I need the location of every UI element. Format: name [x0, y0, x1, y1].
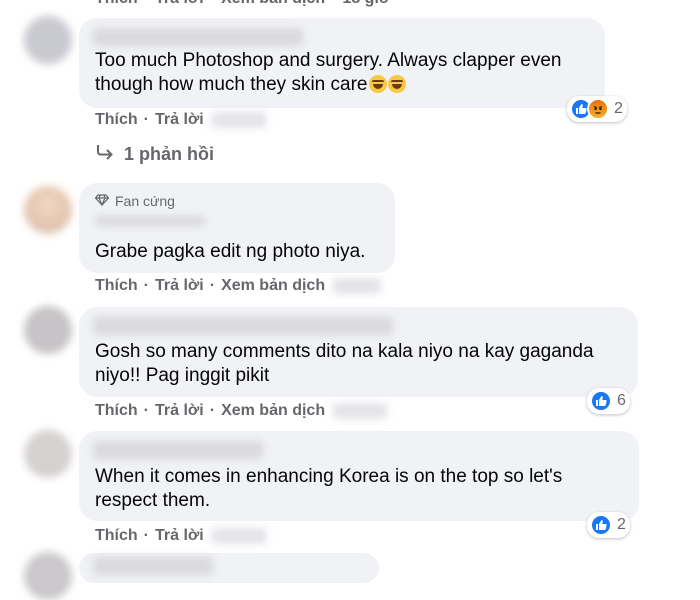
reply-link[interactable]: Trả lời: [155, 402, 204, 420]
comment-actions: Thích · Trả lời · Xem bản dịch: [95, 402, 388, 420]
comment-text: Grabe pagka edit ng photo niya.: [95, 241, 366, 262]
comment-actions: Thích · Trả lời · Xem bản dịch: [95, 277, 382, 295]
translate-link[interactable]: Xem bản dịch: [221, 277, 325, 295]
reply-link[interactable]: Trả lời: [155, 277, 204, 295]
angry-face-icon: [587, 98, 609, 120]
comment-actions: Thích · Trả lời: [95, 111, 266, 129]
tears-of-joy-emoji: [387, 75, 406, 93]
reply-link[interactable]: Trả lời: [155, 111, 204, 129]
author-name[interactable]: [93, 317, 393, 335]
timestamp[interactable]: [211, 528, 266, 544]
avatar[interactable]: [24, 186, 72, 234]
avatar[interactable]: [24, 552, 72, 600]
comment-actions: Thích · Trả lời: [95, 527, 266, 545]
comment-0-actions: Thích · Trả lời · Xem bản dịch · 18 giờ: [95, 0, 390, 8]
timestamp[interactable]: [211, 112, 266, 128]
translate-link[interactable]: Xem bản dịch: [221, 402, 325, 420]
diamond-icon: [94, 193, 110, 209]
reply-arrow-icon: [96, 144, 114, 165]
comment-text: Too much Photoshop and surgery. Always c…: [95, 50, 562, 95]
like-link[interactable]: Thích: [95, 111, 138, 129]
reaction-count: 2: [617, 516, 626, 533]
reply-link[interactable]: Trả lời: [155, 527, 204, 545]
reaction-count: 6: [617, 392, 626, 409]
timestamp[interactable]: [333, 278, 382, 294]
like-link[interactable]: Thích: [95, 0, 138, 8]
fan-badge: Fan cứng: [94, 193, 175, 209]
reaction-summary[interactable]: 6: [587, 388, 630, 414]
avatar[interactable]: [24, 430, 72, 478]
comment-text: Gosh so many comments dito na kala niyo …: [95, 341, 594, 386]
author-name[interactable]: [93, 28, 303, 46]
thumbs-up-icon: [590, 514, 612, 536]
reply-link[interactable]: Trả lời: [155, 0, 204, 8]
tears-of-joy-emoji: [368, 75, 387, 93]
timestamp[interactable]: [333, 403, 388, 419]
author-name[interactable]: [95, 216, 205, 226]
view-replies-link[interactable]: 1 phản hồi: [96, 144, 214, 165]
avatar[interactable]: [24, 306, 72, 354]
reaction-summary[interactable]: 2: [587, 512, 630, 538]
like-link[interactable]: Thích: [95, 277, 138, 295]
thumbs-up-icon: [590, 390, 612, 412]
timestamp[interactable]: 18 giờ: [342, 0, 390, 8]
reaction-summary[interactable]: 2: [567, 96, 627, 122]
translate-link[interactable]: Xem bản dịch: [221, 0, 325, 8]
comment-text: When it comes in enhancing Korea is on t…: [95, 466, 563, 511]
comment-bubble: [79, 553, 379, 583]
reaction-count: 2: [614, 100, 623, 117]
avatar[interactable]: [24, 16, 72, 64]
author-name[interactable]: [93, 441, 263, 459]
like-link[interactable]: Thích: [95, 402, 138, 420]
like-link[interactable]: Thích: [95, 527, 138, 545]
